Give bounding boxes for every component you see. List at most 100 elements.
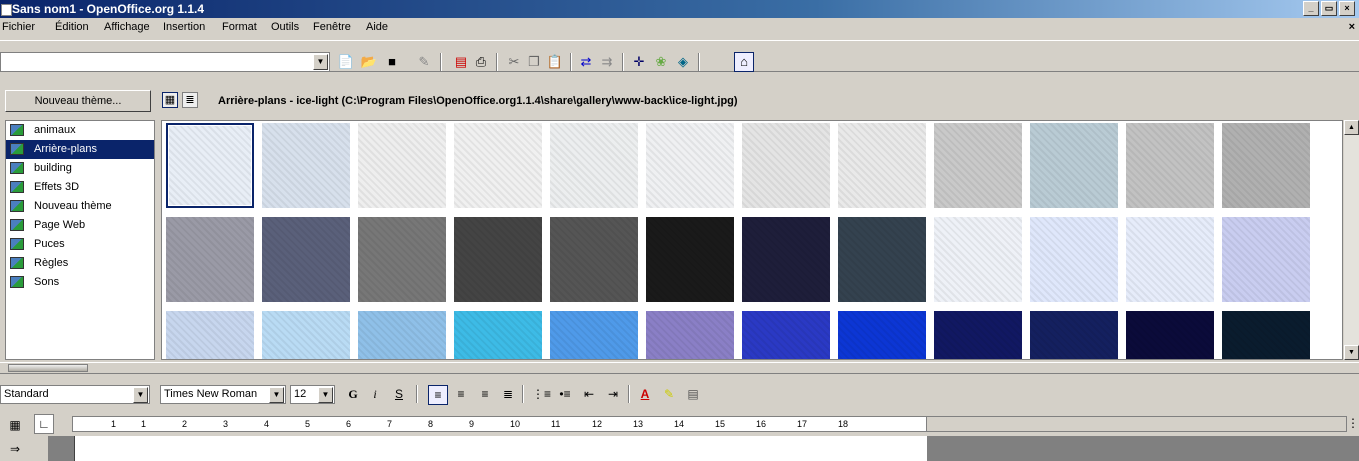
data-sources-icon[interactable]: ◈ (674, 53, 692, 71)
chevron-down-icon[interactable]: ▼ (318, 387, 333, 403)
background-thumbnail[interactable] (358, 123, 446, 208)
horizontal-ruler[interactable]: 1 1 2 3 4 5 6 7 8 9 10 11 12 13 14 15 16 17 18 (72, 416, 927, 432)
background-thumbnail[interactable] (1126, 217, 1214, 302)
chevron-down-icon[interactable]: ▼ (133, 387, 148, 403)
highlight-icon[interactable]: ✎ (660, 385, 678, 403)
edit-mode-icon[interactable]: ✎ (415, 53, 433, 71)
increase-indent-icon[interactable]: ⇥ (604, 385, 622, 403)
menu-affichage[interactable]: Affichage (104, 21, 150, 33)
cut-icon[interactable]: ✂ (505, 53, 523, 71)
background-thumbnail[interactable] (934, 123, 1022, 208)
theme-item[interactable]: Règles (6, 254, 154, 273)
background-thumbnail[interactable] (1222, 123, 1310, 208)
theme-item[interactable]: Effets 3D (6, 178, 154, 197)
background-thumbnail[interactable] (1030, 123, 1118, 208)
font-color-icon[interactable]: A (636, 385, 654, 403)
bold-button[interactable]: G (344, 385, 362, 403)
undo-icon[interactable]: ⇄ (577, 53, 595, 71)
url-combobox[interactable]: ▼ (0, 52, 330, 72)
background-thumbnail[interactable] (550, 123, 638, 208)
menu-insertion[interactable]: Insertion (163, 21, 205, 33)
background-thumbnail[interactable] (838, 311, 926, 359)
document-close-icon[interactable]: × (1349, 21, 1355, 33)
underline-button[interactable]: S (390, 385, 408, 403)
scroll-down-icon[interactable]: ▼ (1344, 345, 1359, 360)
restore-button[interactable]: ▭ (1321, 1, 1337, 16)
table-icon[interactable]: ▦ (6, 416, 24, 434)
menu-edition[interactable]: Édition (55, 21, 89, 33)
background-thumbnail[interactable] (550, 217, 638, 302)
save-icon[interactable]: ■ (383, 53, 401, 71)
theme-item[interactable]: Arrière-plans (6, 140, 154, 159)
align-center-icon[interactable]: ≡ (452, 385, 470, 403)
export-pdf-icon[interactable]: ▤ (452, 53, 470, 71)
background-thumbnail[interactable] (934, 311, 1022, 359)
redo-icon[interactable]: ⇉ (598, 53, 616, 71)
theme-list[interactable]: animaux Arrière-plans building Effets 3D Nou… (5, 120, 155, 360)
minimize-button[interactable]: _ (1303, 1, 1319, 16)
background-thumbnail[interactable] (358, 217, 446, 302)
theme-item[interactable]: building (6, 159, 154, 178)
navigator-icon[interactable]: ✛ (630, 53, 648, 71)
thumbnail-grid[interactable] (161, 120, 1343, 360)
background-thumbnail[interactable] (646, 311, 734, 359)
close-button[interactable]: × (1339, 1, 1355, 16)
italic-button[interactable]: i (366, 385, 384, 403)
background-thumbnail[interactable] (742, 311, 830, 359)
background-thumbnail[interactable] (838, 123, 926, 208)
background-thumbnail[interactable] (1126, 123, 1214, 208)
font-name-select[interactable]: Times New Roman ▼ (160, 385, 286, 404)
open-folder-icon[interactable]: 📂 (360, 53, 378, 71)
detail-view-icon[interactable]: ≣ (182, 92, 198, 108)
background-thumbnail[interactable] (262, 123, 350, 208)
paste-icon[interactable]: 📋 (546, 53, 564, 71)
numbering-icon[interactable]: ⋮≡ (532, 385, 551, 403)
background-thumbnail[interactable] (262, 217, 350, 302)
align-right-icon[interactable]: ≡ (476, 385, 494, 403)
background-thumbnail[interactable] (166, 217, 254, 302)
background-thumbnail[interactable] (454, 311, 542, 359)
background-thumbnail[interactable] (1030, 311, 1118, 359)
background-thumbnail[interactable] (358, 311, 446, 359)
background-thumbnail[interactable] (1030, 217, 1118, 302)
hyperlink-icon[interactable]: ⌂ (734, 52, 754, 72)
background-thumbnail[interactable] (646, 217, 734, 302)
paragraph-style-select[interactable]: Standard ▼ (0, 385, 150, 404)
background-thumbnail[interactable] (550, 311, 638, 359)
gallery-splitter[interactable] (0, 362, 1359, 374)
decrease-indent-icon[interactable]: ⇤ (580, 385, 598, 403)
background-thumbnail[interactable] (838, 217, 926, 302)
theme-item[interactable]: Nouveau thème (6, 197, 154, 216)
background-thumbnail[interactable] (742, 217, 830, 302)
background-thumbnail[interactable] (742, 123, 830, 208)
scroll-up-icon[interactable]: ▲ (1344, 120, 1359, 135)
background-thumbnail[interactable] (1222, 217, 1310, 302)
align-left-icon[interactable]: ≡ (428, 385, 448, 405)
print-icon[interactable]: ⎙ (472, 53, 490, 71)
background-thumbnail[interactable] (1126, 311, 1214, 359)
background-thumbnail[interactable] (646, 123, 734, 208)
splitter-grip[interactable] (8, 364, 88, 372)
background-thumbnail[interactable] (166, 311, 254, 359)
theme-item[interactable]: Puces (6, 235, 154, 254)
chevron-down-icon[interactable]: ▼ (313, 54, 328, 70)
gallery-scrollbar[interactable]: ▲ ▼ (1344, 120, 1359, 360)
new-theme-button[interactable]: Nouveau thème... (5, 90, 151, 112)
background-thumbnail[interactable] (262, 311, 350, 359)
menu-aide[interactable]: Aide (366, 21, 388, 33)
background-thumbnail[interactable] (454, 123, 542, 208)
gallery-icon[interactable]: ❀ (652, 53, 670, 71)
theme-item[interactable]: animaux (6, 121, 154, 140)
theme-item[interactable]: Page Web (6, 216, 154, 235)
menu-fenetre[interactable]: Fenêtre (313, 21, 351, 33)
background-thumbnail[interactable] (454, 217, 542, 302)
icon-view-icon[interactable]: ▦ (162, 92, 178, 108)
menu-fichier[interactable]: Fichier (2, 21, 35, 33)
chevron-down-icon[interactable]: ▼ (269, 387, 284, 403)
theme-item[interactable]: Sons (6, 273, 154, 292)
background-thumbnail[interactable] (1222, 311, 1310, 359)
edit-file-icon[interactable]: 📄 (337, 53, 355, 71)
copy-icon[interactable]: ❐ (525, 53, 543, 71)
background-thumbnail[interactable] (934, 217, 1022, 302)
document-page[interactable] (74, 436, 927, 461)
